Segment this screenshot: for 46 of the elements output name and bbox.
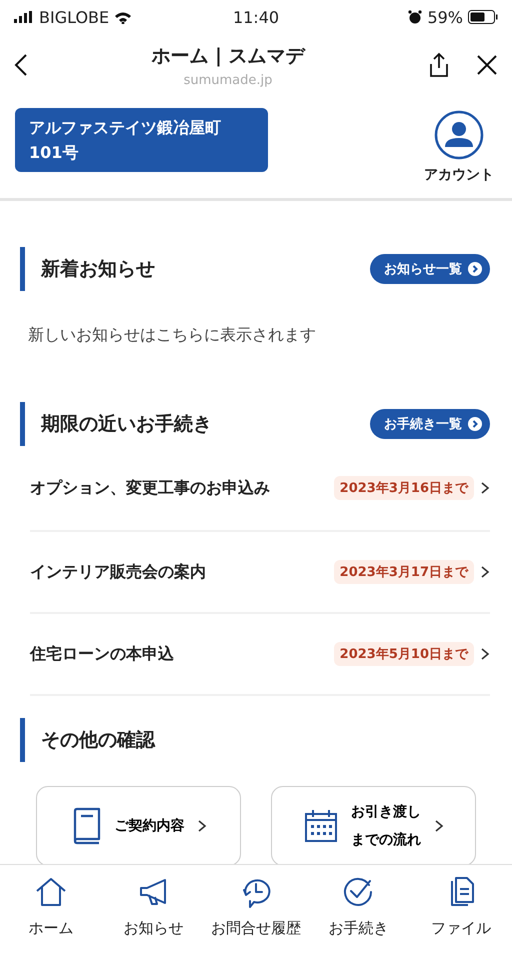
arrow-circle-icon (468, 417, 482, 431)
section-title: その他の確認 (20, 718, 155, 762)
chevron-icon (480, 647, 490, 661)
account-button[interactable]: アカウント (424, 110, 494, 184)
deadline-tag: 2023年3月17日まで (334, 560, 474, 584)
chevron-icon (480, 481, 490, 495)
chevron-icon (434, 819, 444, 833)
tab-bar-item[interactable]: お問合せ履歴 (204, 875, 308, 938)
procedure-name: 住宅ローンの本申込 (30, 644, 175, 664)
account-icon (434, 110, 484, 160)
calendar-icon (302, 808, 339, 844)
empty-message: 新しいお知らせはこちらに表示されます (28, 325, 317, 346)
procedure-name: インテリア販売会の案内 (30, 562, 207, 582)
deadline-tag: 2023年5月10日まで (334, 642, 474, 666)
procedure-row[interactable]: オプション、変更工事のお申込み 2023年3月16日まで (30, 446, 490, 532)
battery-percent: 59% (427, 8, 463, 26)
tab-bar-item[interactable]: ホーム (0, 875, 102, 938)
procedure-name: オプション、変更工事のお申込み (30, 478, 271, 498)
view-all-link[interactable]: お手続き一覧 (370, 409, 490, 439)
section-title: 期限の近いお手続き (20, 402, 212, 446)
tab-bar-item[interactable]: ファイル (410, 875, 512, 938)
procedure-row[interactable]: 住宅ローンの本申込 2023年5月10日まで (30, 614, 490, 696)
chevron-icon (196, 819, 206, 833)
home-icon (34, 875, 68, 909)
battery-icon (468, 10, 498, 24)
section-title: 新着お知らせ (20, 247, 155, 291)
deadline-tag: 2023年3月16日まで (334, 476, 474, 500)
page-url: sumumade.jp (184, 72, 272, 88)
link-card[interactable]: お引き渡しまでの流れ (271, 786, 476, 864)
tab-bar-item[interactable]: お手続き (307, 875, 410, 938)
wifi-icon (114, 10, 132, 24)
carrier-name: BIGLOBE (39, 8, 110, 26)
arrow-circle-icon (468, 262, 482, 276)
back-icon[interactable] (14, 53, 28, 77)
close-icon[interactable] (476, 54, 498, 76)
procedure-row[interactable]: インテリア販売会の案内 2023年3月17日まで (30, 532, 490, 614)
clock-time: 11:40 (232, 8, 280, 26)
link-card[interactable]: ご契約内容 (36, 786, 241, 864)
share-icon[interactable] (428, 52, 450, 78)
page-title: ホーム | スムマデ (151, 44, 305, 68)
tab-bar-item[interactable]: お知らせ (102, 875, 205, 938)
chevron-icon (480, 565, 490, 579)
property-name-banner[interactable]: アルファステイツ鍛冶屋町 101号 (15, 108, 268, 172)
signal-icon (14, 11, 34, 23)
view-all-link[interactable]: お知らせ一覧 (370, 254, 490, 284)
alarm-icon (408, 10, 422, 24)
